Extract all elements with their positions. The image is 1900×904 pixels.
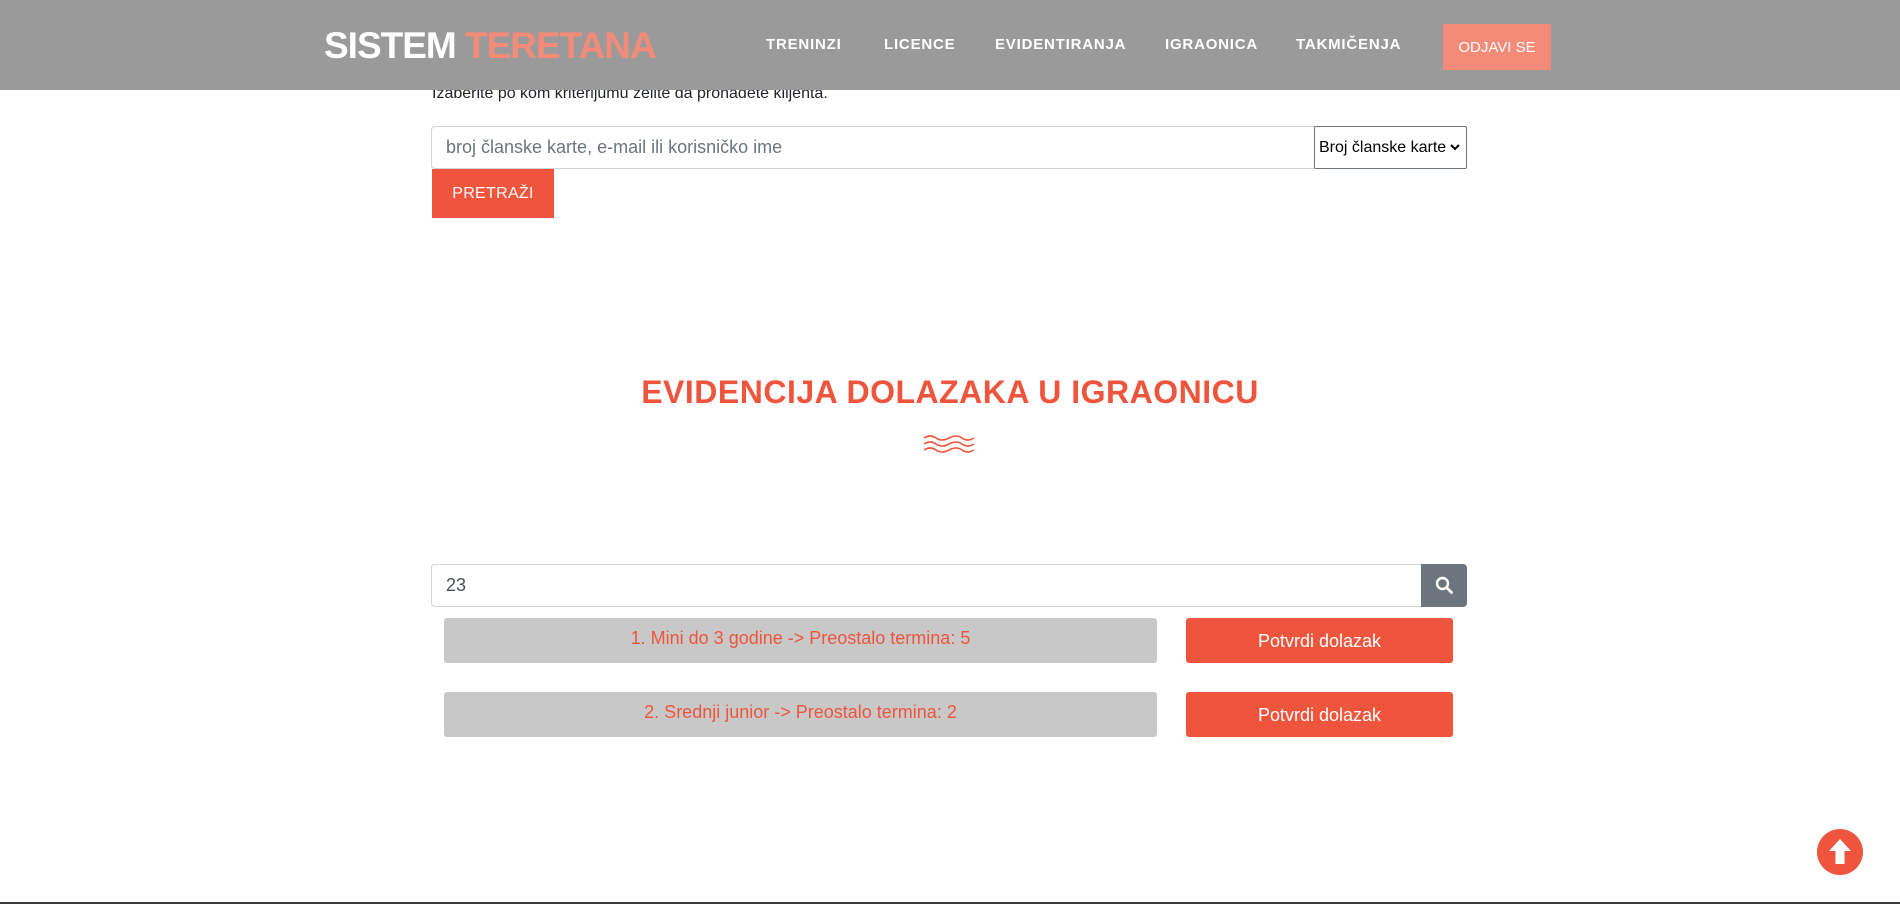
package-row: 2. Srednji junior -> Preostalo termina: … — [0, 692, 1900, 738]
nav-item-licence[interactable]: LICENCE — [884, 36, 955, 54]
confirm-attendance-button[interactable]: Potvrdi dolazak — [1186, 692, 1453, 737]
section-title: EVIDENCIJA DOLAZAKA U IGRAONICU — [641, 374, 1259, 410]
package-label: 2. Srednji junior -> Preostalo termina: … — [444, 692, 1157, 737]
top-navbar: SISTEM TERETANA TRENINZI LICENCE EVIDENT… — [0, 0, 1900, 90]
member-search-button[interactable] — [1421, 564, 1467, 607]
arrow-circle-up-icon — [1829, 839, 1851, 864]
client-search-input[interactable] — [431, 126, 1315, 169]
package-label: 1. Mini do 3 godine -> Preostalo termina… — [444, 618, 1157, 663]
member-number-input[interactable] — [431, 564, 1422, 607]
scroll-to-top-button[interactable] — [1817, 829, 1863, 875]
package-row: 1. Mini do 3 godine -> Preostalo termina… — [0, 618, 1900, 664]
confirm-attendance-button[interactable]: Potvrdi dolazak — [1186, 618, 1453, 663]
logout-button[interactable]: ODJAVI SE — [1443, 24, 1551, 70]
nav-item-evidentiranja[interactable]: EVIDENTIRANJA — [995, 36, 1126, 54]
nav-item-takmicenja[interactable]: TAKMIČENJA — [1296, 36, 1401, 54]
nav-item-treninzi[interactable]: TRENINZI — [766, 36, 842, 54]
waves-icon — [923, 435, 975, 453]
criteria-selected-value: Broj članske karte — [1319, 139, 1447, 156]
search-icon — [1435, 576, 1453, 594]
client-search-button[interactable]: PRETRAŽI — [432, 169, 554, 218]
nav-item-igraonica[interactable]: IGRAONICA — [1165, 36, 1258, 54]
nav-menu: TRENINZI LICENCE EVIDENTIRANJA IGRAONICA… — [0, 0, 1900, 90]
criteria-select[interactable]: Broj članske karte — [1314, 126, 1467, 169]
chevron-down-icon — [1450, 127, 1460, 185]
